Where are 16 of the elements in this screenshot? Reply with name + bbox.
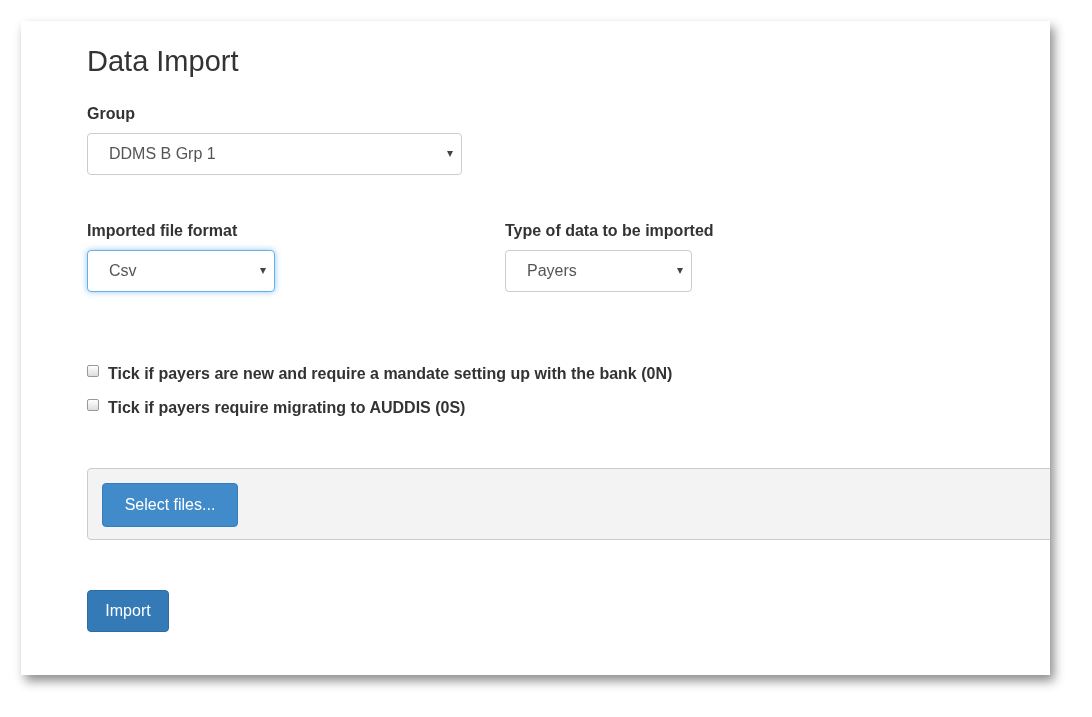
field-label: Group <box>87 104 136 124</box>
caret-icon <box>447 151 453 157</box>
caret-icon <box>260 268 266 274</box>
checkbox-label: Tick if payers require migrating to AUDDIS (0S) <box>108 398 466 418</box>
checkbox[interactable] <box>87 399 99 411</box>
field-label: Type of data to be imported <box>505 221 715 241</box>
field-label: Imported file format <box>87 221 239 241</box>
page-title: Data Import <box>87 44 240 79</box>
dropdown[interactable]: Csv <box>87 250 275 292</box>
dropdown[interactable]: DDMS B Grp 1 <box>87 133 462 175</box>
checkbox-label: Tick if payers are new and require a mandate setting up with the bank (0N) <box>108 364 673 384</box>
import-button[interactable]: Import <box>87 590 169 632</box>
checkbox[interactable] <box>87 365 99 377</box>
caret-icon <box>677 268 683 274</box>
select-files-button[interactable]: Select files... <box>102 483 238 527</box>
dropdown[interactable]: Payers <box>505 250 692 292</box>
